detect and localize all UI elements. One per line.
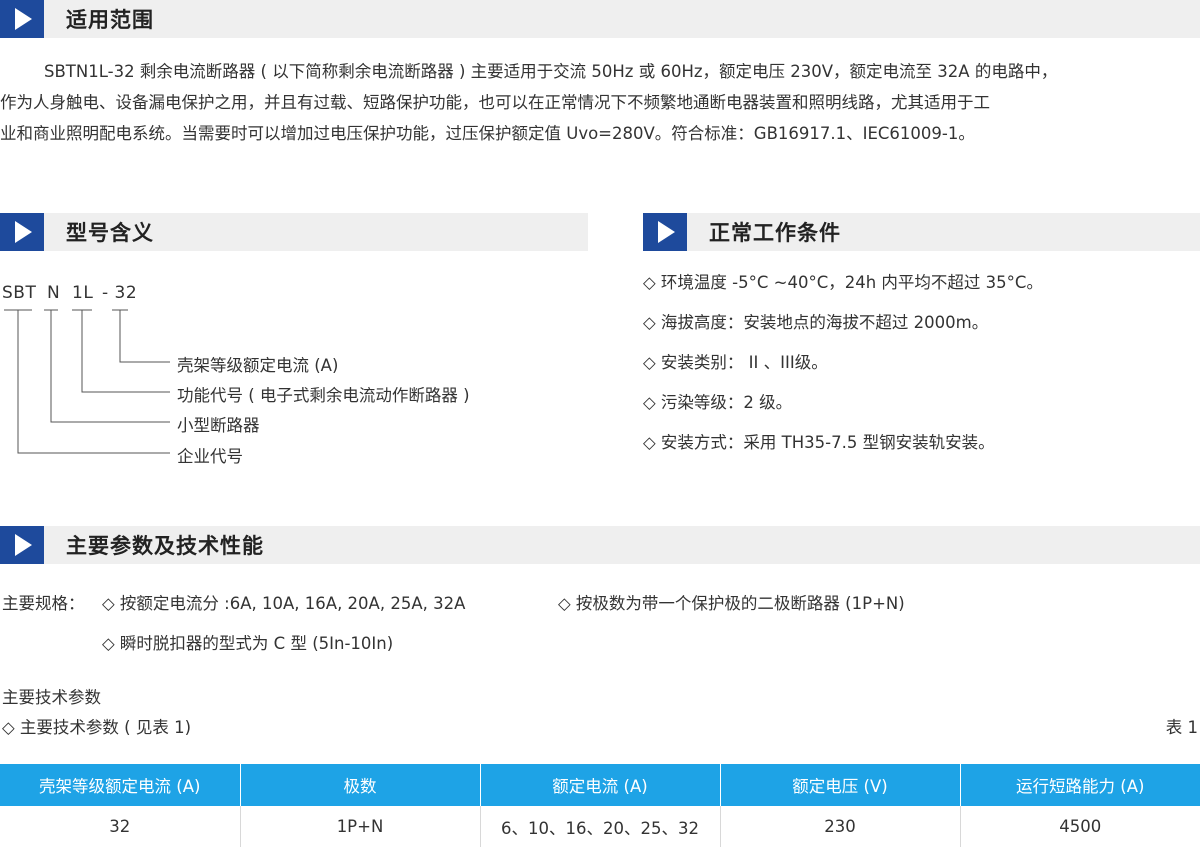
table-row: 32 1P+N 6、10、16、20、25、32 230 4500	[0, 806, 1200, 847]
section-arrow-icon	[0, 213, 44, 251]
section-arrow-icon	[643, 213, 687, 251]
condition-item: ◇ 安装类别： II 、III级。	[643, 353, 828, 372]
tech-params-ref: ◇ 主要技术参数 ( 见表 1)	[2, 718, 192, 737]
spec-item: ◇ 按极数为带一个保护极的二极断路器 (1P+N)	[558, 594, 905, 613]
section-title: 正常工作条件	[709, 221, 841, 245]
scope-line: 作为人身触电、设备漏电保护之用，并且有过载、短路保护功能，也可以在正常情况下不频…	[0, 93, 990, 112]
section-arrow-icon	[0, 526, 44, 564]
spec-label: 主要规格：	[2, 594, 85, 613]
table-header-cell: 壳架等级额定电流 (A)	[0, 764, 241, 806]
section-header-model: 型号含义	[0, 213, 588, 251]
conditions-list: ◇ 环境温度 -5°C ~40°C，24h 内平均不超过 35°C。 ◇ 海拔高…	[643, 268, 1043, 468]
model-label: 小型断路器	[177, 416, 260, 435]
section-header-params: 主要参数及技术性能	[0, 526, 1200, 564]
table-cell: 4500	[960, 806, 1200, 847]
model-label: 功能代号 ( 电子式剩余电流动作断路器 )	[177, 386, 470, 405]
table-cell: 1P+N	[240, 806, 481, 847]
section-header-conditions: 正常工作条件	[643, 213, 1200, 251]
section-title: 主要参数及技术性能	[66, 534, 264, 558]
section-title: 型号含义	[66, 221, 154, 245]
tech-params-table: 壳架等级额定电流 (A) 极数 额定电流 (A) 额定电压 (V) 运行短路能力…	[0, 764, 1200, 847]
condition-item: ◇ 安装方式：采用 TH35-7.5 型钢安装轨安装。	[643, 433, 995, 452]
table-header-row: 壳架等级额定电流 (A) 极数 额定电流 (A) 额定电压 (V) 运行短路能力…	[0, 764, 1200, 806]
model-label: 壳架等级额定电流 (A)	[177, 356, 339, 375]
table-label: 表 1	[1165, 718, 1198, 737]
condition-item: ◇ 污染等级：2 级。	[643, 393, 793, 412]
table-cell: 32	[0, 806, 241, 847]
table-header-cell: 额定电流 (A)	[480, 764, 721, 806]
table-cell: 230	[720, 806, 961, 847]
table-header-cell: 运行短路能力 (A)	[960, 764, 1200, 806]
table-header-cell: 额定电压 (V)	[720, 764, 961, 806]
model-label: 企业代号	[177, 447, 243, 466]
condition-item: ◇ 海拔高度：安装地点的海拔不超过 2000m。	[643, 313, 989, 332]
section-title: 适用范围	[66, 8, 154, 32]
table-header-cell: 极数	[240, 764, 481, 806]
spec-item: ◇ 按额定电流分 :6A, 10A, 16A, 20A, 25A, 32A	[102, 594, 466, 613]
spec-item: ◇ 瞬时脱扣器的型式为 C 型 (5In-10In)	[102, 634, 394, 653]
table-cell: 6、10、16、20、25、32	[480, 806, 721, 847]
condition-item: ◇ 环境温度 -5°C ~40°C，24h 内平均不超过 35°C。	[643, 273, 1043, 292]
scope-line: 业和商业照明配电系统。当需要时可以增加过电压保护功能，过压保护额定值 Uvo=2…	[0, 124, 975, 143]
scope-line: SBTN1L-32 剩余电流断路器 ( 以下简称剩余电流断路器 ) 主要适用于交…	[44, 62, 1058, 81]
model-code-bracket-lines	[4, 309, 170, 454]
scope-description: SBTN1L-32 剩余电流断路器 ( 以下简称剩余电流断路器 ) 主要适用于交…	[0, 56, 1200, 149]
section-header-scope: 适用范围	[0, 0, 1200, 38]
section-arrow-icon	[0, 0, 44, 38]
tech-params-title: 主要技术参数	[2, 688, 101, 707]
